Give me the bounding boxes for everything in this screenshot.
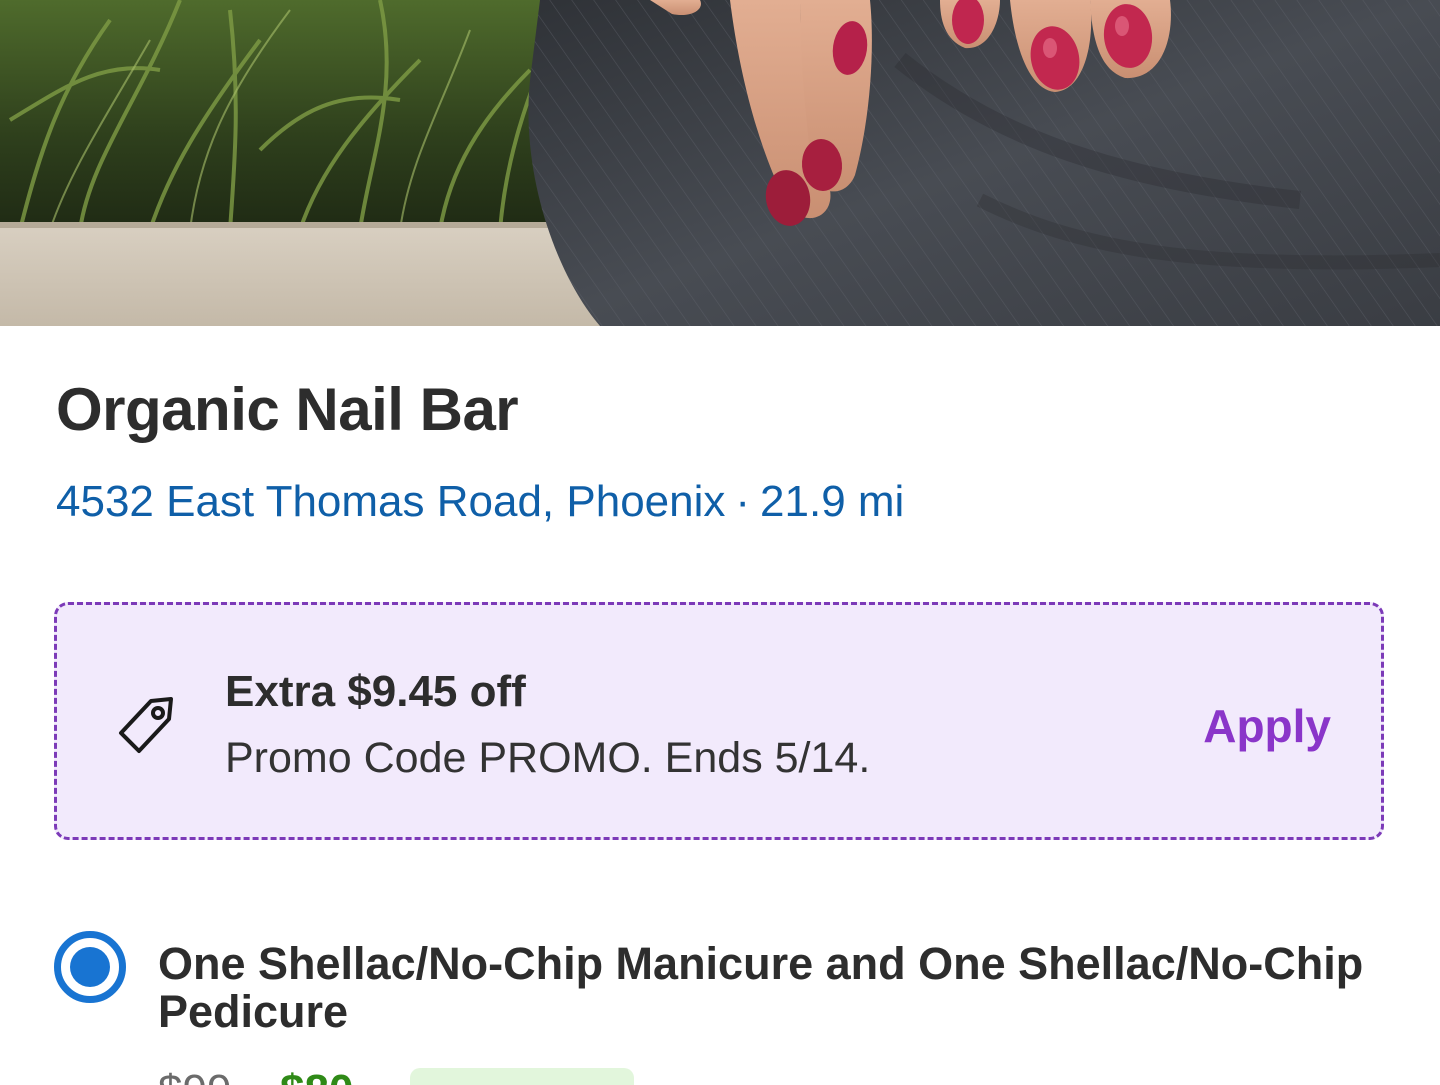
promo-title: Extra $9.45 off xyxy=(225,667,526,716)
hero-photo xyxy=(0,0,1440,326)
deal-detail-page: Organic Nail Bar 4532 East Thomas Road, … xyxy=(0,0,1440,1085)
distance-text: 21.9 mi xyxy=(760,477,905,526)
promo-subtitle: Promo Code PROMO. Ends 5/14. xyxy=(225,734,871,782)
business-name: Organic Nail Bar xyxy=(56,376,519,443)
service-option-title[interactable]: One Shellac/No-Chip Manicure and One She… xyxy=(158,940,1378,1036)
apply-promo-button[interactable]: Apply xyxy=(1203,699,1331,753)
discount-badge xyxy=(410,1068,634,1085)
discounted-price: $80 xyxy=(280,1066,353,1085)
address-text: 4532 East Thomas Road, Phoenix xyxy=(56,477,726,526)
service-radio-selected[interactable] xyxy=(54,931,126,1003)
address-separator: · xyxy=(735,477,751,526)
promo-card: Extra $9.45 off Promo Code PROMO. Ends 5… xyxy=(54,602,1384,840)
price-tag-icon xyxy=(111,689,181,759)
business-address-link[interactable]: 4532 East Thomas Road, Phoenix · 21.9 mi xyxy=(56,474,904,530)
original-price: $99 xyxy=(158,1066,231,1085)
